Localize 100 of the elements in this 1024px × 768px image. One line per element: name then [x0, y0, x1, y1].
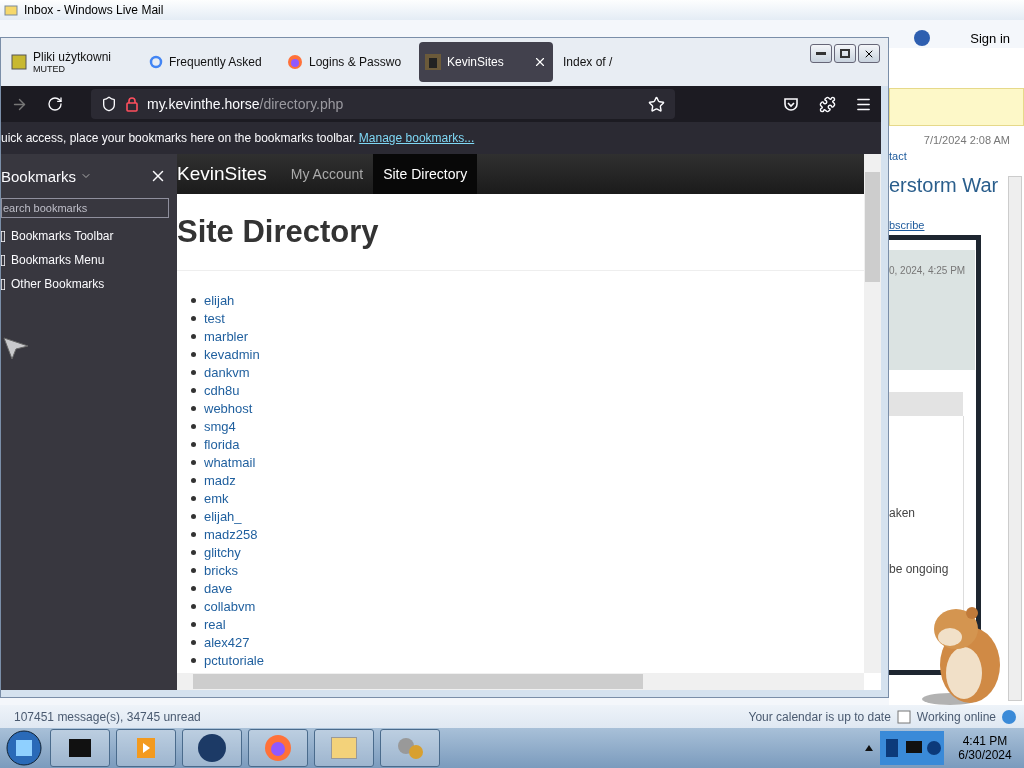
bullet-icon: [191, 513, 196, 519]
globe-icon: [1002, 709, 1016, 724]
tray-arrow-icon[interactable]: [864, 744, 874, 752]
tab-title: Frequently Asked: [169, 55, 263, 69]
directory-link[interactable]: glitchy: [204, 544, 241, 560]
vertical-scrollbar[interactable]: [864, 154, 881, 673]
horizontal-scrollbar[interactable]: [177, 673, 864, 690]
mail-icon: [331, 737, 357, 759]
bullet-icon: [191, 639, 196, 645]
bullet-icon: [191, 405, 196, 411]
sidebar-title[interactable]: Bookmarks: [1, 167, 77, 185]
message-text: be ongoing: [889, 562, 950, 576]
media-player-icon: [137, 738, 155, 758]
bullet-icon: [191, 549, 196, 555]
taskbar-app[interactable]: [50, 729, 110, 767]
directory-link[interactable]: emk: [204, 490, 229, 506]
browser-tab[interactable]: Frequently Asked: [143, 42, 277, 82]
minimize-icon: [816, 52, 826, 55]
bullet-icon: [191, 621, 196, 627]
unsubscribe-link[interactable]: bscribe: [889, 219, 1024, 231]
pocket-icon[interactable]: [783, 96, 799, 112]
globe-icon: [198, 734, 226, 762]
bookmark-folder[interactable]: Bookmarks Menu: [1, 248, 177, 272]
directory-link[interactable]: bricks: [204, 562, 238, 578]
help-icon[interactable]: [914, 30, 931, 46]
directory-link[interactable]: collabvm: [204, 598, 256, 614]
firefox-icon: [265, 735, 291, 761]
directory-link[interactable]: elijah_: [204, 508, 242, 524]
browser-tab[interactable]: Pliki użytkowni MUTED: [5, 42, 139, 82]
taskbar-app[interactable]: [182, 729, 242, 767]
console-icon: [69, 739, 91, 757]
directory-link[interactable]: madz: [204, 472, 236, 488]
manage-bookmarks-link[interactable]: Manage bookmarks...: [358, 131, 475, 145]
directory-link[interactable]: madz258: [204, 526, 258, 542]
search-field[interactable]: earch bookmarks: [1, 198, 169, 218]
tab-title: Logins & Passwo: [309, 55, 403, 69]
close-icon[interactable]: [533, 55, 547, 69]
lock-icon: [125, 96, 139, 112]
bullet-icon: [191, 369, 196, 375]
tray-icons[interactable]: [880, 731, 944, 765]
sign-in-link[interactable]: Sign in: [970, 30, 1010, 46]
bullet-icon: [191, 441, 196, 447]
calendar-status: Your calendar is up to date: [748, 709, 891, 724]
maximize-button[interactable]: [834, 44, 856, 63]
bullet-icon: [191, 459, 196, 465]
address-bar[interactable]: my.kevinthe.horse/directory.php: [91, 89, 675, 119]
directory-link[interactable]: dankvm: [204, 364, 250, 380]
bookmarks-hint: uick access, place your bookmarks here on the bookmarks toolbar.: [1, 131, 356, 145]
directory-link[interactable]: dave: [204, 580, 233, 596]
clock[interactable]: 4:41 PM 6/30/2024: [950, 734, 1020, 762]
directory-link[interactable]: whatmail: [204, 454, 256, 470]
bullet-icon: [191, 315, 196, 321]
google-icon: [149, 55, 163, 69]
contact-link[interactable]: tact: [889, 150, 1024, 162]
app-icon: [11, 54, 27, 70]
start-button[interactable]: [4, 729, 44, 767]
calendar-icon: [896, 709, 911, 724]
directory-link[interactable]: smg4: [204, 418, 236, 434]
directory-link[interactable]: kevadmin: [204, 346, 260, 362]
nav-link[interactable]: My Account: [280, 154, 374, 194]
bullet-icon: [191, 585, 196, 591]
directory-link[interactable]: cdh8u: [204, 382, 240, 398]
close-button[interactable]: [858, 44, 880, 63]
star-icon[interactable]: [648, 95, 665, 113]
clock-time: 4:41 PM: [962, 734, 1008, 748]
bullet-icon: [191, 351, 196, 357]
bookmark-folder[interactable]: Other Bookmarks: [1, 272, 177, 296]
bookmark-folder[interactable]: Bookmarks Toolbar: [1, 224, 177, 248]
bullet-icon: [191, 387, 196, 393]
directory-link[interactable]: pctutoriale: [204, 652, 264, 668]
directory-link[interactable]: alex427: [204, 634, 250, 650]
directory-link[interactable]: marbler: [204, 328, 249, 344]
bullet-icon: [191, 603, 196, 609]
card-date: 0, 2024, 4:25 PM: [889, 265, 966, 276]
directory-link[interactable]: real: [204, 616, 226, 632]
minimize-button[interactable]: [810, 44, 832, 63]
page-heading: Site Directory: [177, 214, 380, 250]
directory-link[interactable]: test: [204, 310, 225, 326]
scrollbar[interactable]: [1008, 176, 1022, 701]
message-count: 107451 message(s), 34745 unread: [14, 709, 201, 724]
site-icon: [425, 54, 441, 70]
message-subject: erstorm War: [889, 174, 1000, 197]
directory-link[interactable]: florida: [204, 436, 240, 452]
site-brand[interactable]: KevinSites: [177, 163, 267, 185]
browser-tab[interactable]: Logins & Passwo: [281, 42, 415, 82]
shield-icon: [101, 96, 117, 112]
directory-link[interactable]: webhost: [204, 400, 253, 416]
message-text: aken: [889, 506, 917, 520]
nav-link[interactable]: Site Directory: [373, 154, 478, 194]
browser-tab[interactable]: Index of /: [557, 42, 691, 82]
online-status: Working online: [916, 709, 996, 724]
directory-link[interactable]: elijah: [204, 292, 235, 308]
bullet-icon: [191, 333, 196, 339]
window-title: Inbox - Windows Live Mail: [24, 3, 165, 17]
maximize-icon: [840, 49, 850, 58]
tab-title: Index of /: [563, 55, 614, 69]
reload-icon[interactable]: [47, 96, 63, 112]
clock-date: 6/30/2024: [958, 748, 1012, 762]
extensions-icon[interactable]: [818, 95, 836, 113]
browser-tab[interactable]: KevinSites: [419, 42, 553, 82]
